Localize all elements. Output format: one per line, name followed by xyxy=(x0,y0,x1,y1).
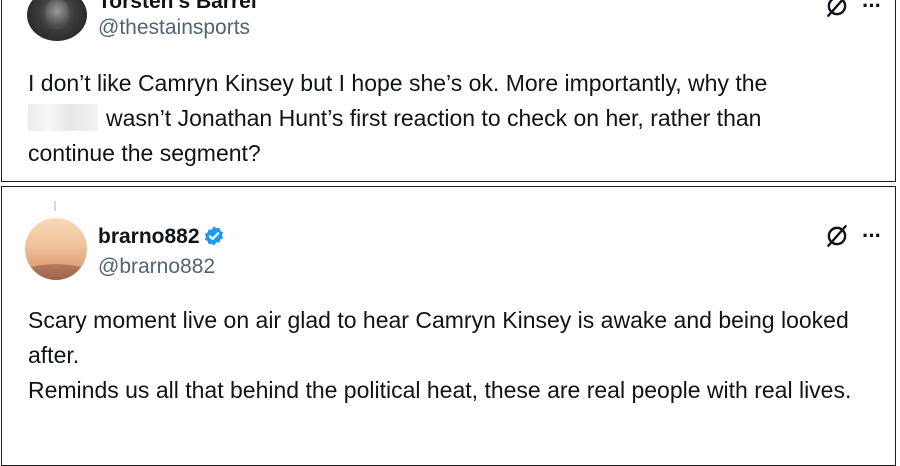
tweet-text-fragment: wasn’t Jonathan Hunt’s first reaction to… xyxy=(106,105,762,131)
user-avatar[interactable] xyxy=(25,218,87,280)
avatar-landscape xyxy=(25,264,87,280)
display-name[interactable]: brarno882 xyxy=(98,225,225,249)
user-handle[interactable]: @brarno882 xyxy=(98,255,215,279)
grok-icon[interactable] xyxy=(824,0,850,19)
grok-icon[interactable] xyxy=(824,223,850,249)
tweet-text-line: I don’t like Camryn Kinsey but I hope sh… xyxy=(28,70,768,96)
tweet-paragraph: Scary moment live on air glad to hear Ca… xyxy=(28,307,849,368)
tweet-card[interactable]: brarno882 @brarno882 ··· Scary moment li… xyxy=(1,186,896,466)
more-options-icon[interactable]: ··· xyxy=(862,225,882,247)
more-options-icon[interactable]: ··· xyxy=(862,0,882,17)
verified-badge-icon xyxy=(204,226,223,246)
tweet-text: Scary moment live on air glad to hear Ca… xyxy=(28,303,865,408)
thread-line xyxy=(54,201,56,211)
user-handle[interactable]: @thestainsports xyxy=(98,16,250,40)
tweet-text: I don’t like Camryn Kinsey but I hope sh… xyxy=(28,66,865,171)
avatar-face xyxy=(45,0,69,29)
user-avatar[interactable] xyxy=(27,0,87,41)
tweet-actions: ··· xyxy=(824,223,882,249)
tweet-actions: ··· xyxy=(824,0,882,19)
tweet-card[interactable]: Torsten's Barrel @thestainsports ··· I d… xyxy=(1,0,896,182)
tweet-text-line: wasn’t Jonathan Hunt’s first reaction to… xyxy=(28,101,865,136)
redacted-word xyxy=(28,104,98,131)
tweet-text-line: continue the segment? xyxy=(28,140,261,166)
display-name-text: brarno882 xyxy=(98,225,200,248)
display-name[interactable]: Torsten's Barrel xyxy=(98,0,257,14)
tweet-paragraph: Reminds us all that behind the political… xyxy=(28,377,852,403)
